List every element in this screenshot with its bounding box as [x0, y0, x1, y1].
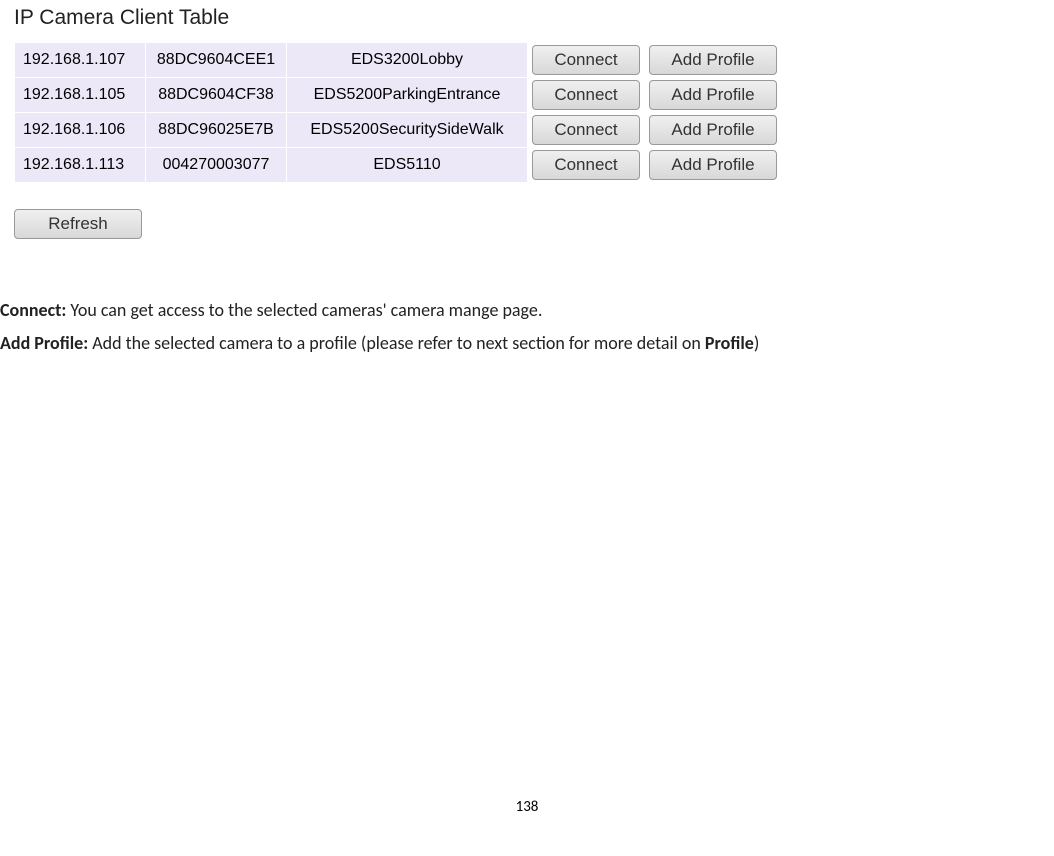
- connect-cell: Connect: [528, 43, 644, 77]
- page-title: IP Camera Client Table: [0, 0, 1054, 42]
- add-profile-button[interactable]: Add Profile: [649, 150, 777, 180]
- camera-table-container: 192.168.1.10788DC9604CEE1EDS3200LobbyCon…: [0, 42, 1054, 183]
- mac-cell: 88DC9604CF38: [146, 78, 286, 112]
- camera-name-cell: EDS5110: [287, 148, 527, 182]
- connect-text: You can get access to the selected camer…: [66, 299, 542, 321]
- addprofile-description: Add Profile: Add the selected camera to …: [0, 328, 1054, 359]
- refresh-area: Refresh: [0, 183, 1054, 239]
- addprofile-text2: ): [754, 332, 759, 354]
- table-row: 192.168.1.10588DC9604CF38EDS5200ParkingE…: [15, 78, 781, 112]
- add-profile-button[interactable]: Add Profile: [649, 115, 777, 145]
- connect-cell: Connect: [528, 148, 644, 182]
- camera-name-cell: EDS5200SecuritySideWalk: [287, 113, 527, 147]
- addprofile-bold: Profile: [705, 332, 754, 354]
- add-profile-cell: Add Profile: [645, 113, 781, 147]
- connect-description: Connect: You can get access to the selec…: [0, 295, 1054, 326]
- table-row: 192.168.1.10788DC9604CEE1EDS3200LobbyCon…: [15, 43, 781, 77]
- connect-button[interactable]: Connect: [532, 150, 640, 180]
- connect-button[interactable]: Connect: [532, 45, 640, 75]
- mac-cell: 004270003077: [146, 148, 286, 182]
- camera-table: 192.168.1.10788DC9604CEE1EDS3200LobbyCon…: [14, 42, 782, 183]
- camera-name-cell: EDS5200ParkingEntrance: [287, 78, 527, 112]
- ip-cell: 192.168.1.107: [15, 43, 145, 77]
- ip-cell: 192.168.1.106: [15, 113, 145, 147]
- refresh-button[interactable]: Refresh: [14, 209, 142, 239]
- mac-cell: 88DC96025E7B: [146, 113, 286, 147]
- add-profile-cell: Add Profile: [645, 43, 781, 77]
- table-row: 192.168.1.10688DC96025E7BEDS5200Security…: [15, 113, 781, 147]
- connect-button[interactable]: Connect: [532, 115, 640, 145]
- addprofile-text1: Add the selected camera to a profile (pl…: [88, 332, 705, 354]
- ip-cell: 192.168.1.113: [15, 148, 145, 182]
- add-profile-cell: Add Profile: [645, 78, 781, 112]
- camera-name-cell: EDS3200Lobby: [287, 43, 527, 77]
- ip-cell: 192.168.1.105: [15, 78, 145, 112]
- page-number: 138: [0, 798, 1054, 816]
- add-profile-button[interactable]: Add Profile: [649, 80, 777, 110]
- add-profile-cell: Add Profile: [645, 148, 781, 182]
- add-profile-button[interactable]: Add Profile: [649, 45, 777, 75]
- connect-cell: Connect: [528, 78, 644, 112]
- addprofile-term: Add Profile:: [0, 332, 88, 354]
- connect-cell: Connect: [528, 113, 644, 147]
- connect-term: Connect:: [0, 299, 66, 321]
- table-row: 192.168.1.113004270003077EDS5110Connect A…: [15, 148, 781, 182]
- description-section: Connect: You can get access to the selec…: [0, 239, 1054, 358]
- mac-cell: 88DC9604CEE1: [146, 43, 286, 77]
- connect-button[interactable]: Connect: [532, 80, 640, 110]
